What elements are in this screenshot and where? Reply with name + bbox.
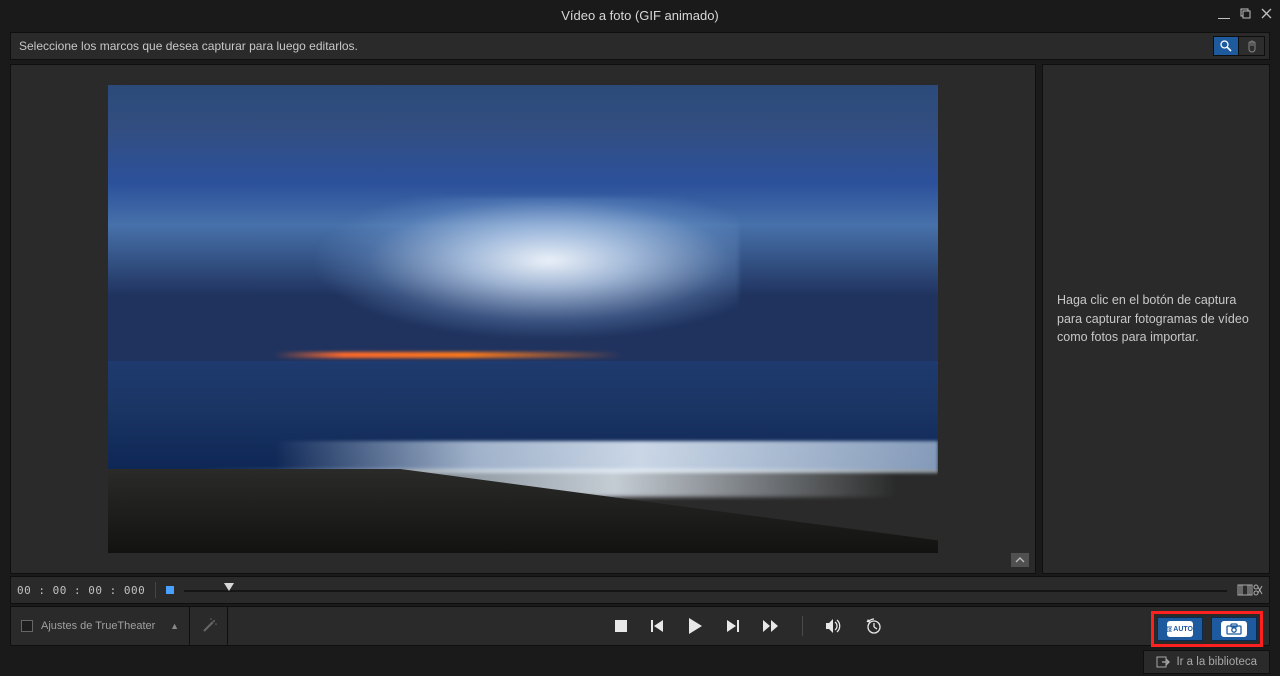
side-help-text: Haga clic en el botón de captura para ca… <box>1057 291 1255 347</box>
zoom-tool-button[interactable] <box>1213 36 1239 56</box>
trim-button[interactable] <box>1237 582 1263 598</box>
stop-button[interactable] <box>614 619 628 633</box>
window-controls <box>1218 0 1272 30</box>
chevron-up-icon: ▲ <box>170 621 179 631</box>
minimize-icon[interactable] <box>1218 18 1230 19</box>
fast-forward-button[interactable] <box>762 619 780 633</box>
close-icon[interactable] <box>1261 8 1272 22</box>
view-tool-group <box>1213 36 1265 56</box>
window-title: Vídeo a foto (GIF animado) <box>561 8 719 23</box>
next-frame-button[interactable] <box>726 619 740 633</box>
export-icon <box>1156 656 1170 668</box>
auto-capture-label: AUTO <box>1173 626 1193 633</box>
truetheater-label: Ajustes de TrueTheater <box>41 620 155 632</box>
panel-collapse-button[interactable] <box>1011 553 1029 567</box>
time-jump-button[interactable] <box>865 617 883 635</box>
instruction-text: Seleccione los marcos que desea capturar… <box>19 39 358 53</box>
go-to-library-button[interactable]: Ir a la biblioteca <box>1143 650 1270 674</box>
timeline-row: 00 : 00 : 00 : 000 <box>10 576 1270 604</box>
timecode-display: 00 : 00 : 00 : 000 <box>17 584 145 597</box>
truetheater-toggle[interactable]: Ajustes de TrueTheater ▲ <box>10 606 190 646</box>
magic-wand-button[interactable] <box>190 606 228 646</box>
truetheater-checkbox[interactable] <box>21 620 33 632</box>
previous-frame-button[interactable] <box>650 619 664 633</box>
timeline-marker[interactable] <box>166 586 174 594</box>
auto-capture-button[interactable]: AUTO <box>1157 617 1203 641</box>
go-to-library-label: Ir a la biblioteca <box>1176 656 1257 668</box>
maximize-icon[interactable] <box>1240 8 1251 22</box>
title-bar: Vídeo a foto (GIF animado) <box>0 0 1280 30</box>
volume-button[interactable] <box>825 618 843 634</box>
play-button[interactable] <box>686 617 704 635</box>
player-controls: AUTO <box>228 606 1270 646</box>
pan-tool-button[interactable] <box>1239 36 1265 56</box>
timeline-track[interactable] <box>184 585 1227 595</box>
side-help-panel: Haga clic en el botón de captura para ca… <box>1042 64 1270 574</box>
video-frame[interactable] <box>108 85 938 553</box>
timeline-playhead[interactable] <box>224 583 234 591</box>
video-preview-panel <box>10 64 1036 574</box>
instruction-bar: Seleccione los marcos que desea capturar… <box>10 32 1270 60</box>
capture-button[interactable] <box>1211 617 1257 641</box>
capture-group-highlight: AUTO <box>1151 611 1263 647</box>
